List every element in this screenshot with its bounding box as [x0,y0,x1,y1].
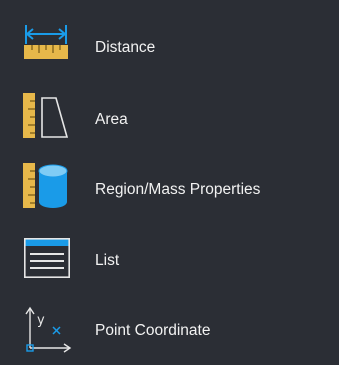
measure-area-icon [23,92,79,148]
menu-item-label: Point Coordinate [95,322,211,339]
region-mass-properties-icon [23,162,79,218]
menu-item-label: Distance [95,39,156,56]
point-coordinate-icon: y [23,304,79,360]
measure-distance-icon [23,22,79,78]
menu-item-distance[interactable]: Distance [0,16,339,80]
menu-item-area[interactable]: Area [0,86,339,150]
menu-item-label: List [95,252,120,269]
list-icon [23,230,79,286]
menu-item-point-coordinate[interactable]: y Point Coordinate [0,296,339,360]
menu-item-region-mass-properties[interactable]: Region/Mass Properties [0,156,339,220]
menu-item-label: Region/Mass Properties [95,181,261,198]
measure-dropdown-menu: Distance Area Region/Mass Properties Lis… [0,0,339,365]
menu-item-list[interactable]: List [0,226,339,290]
menu-item-label: Area [95,111,128,128]
svg-text:y: y [37,313,45,328]
